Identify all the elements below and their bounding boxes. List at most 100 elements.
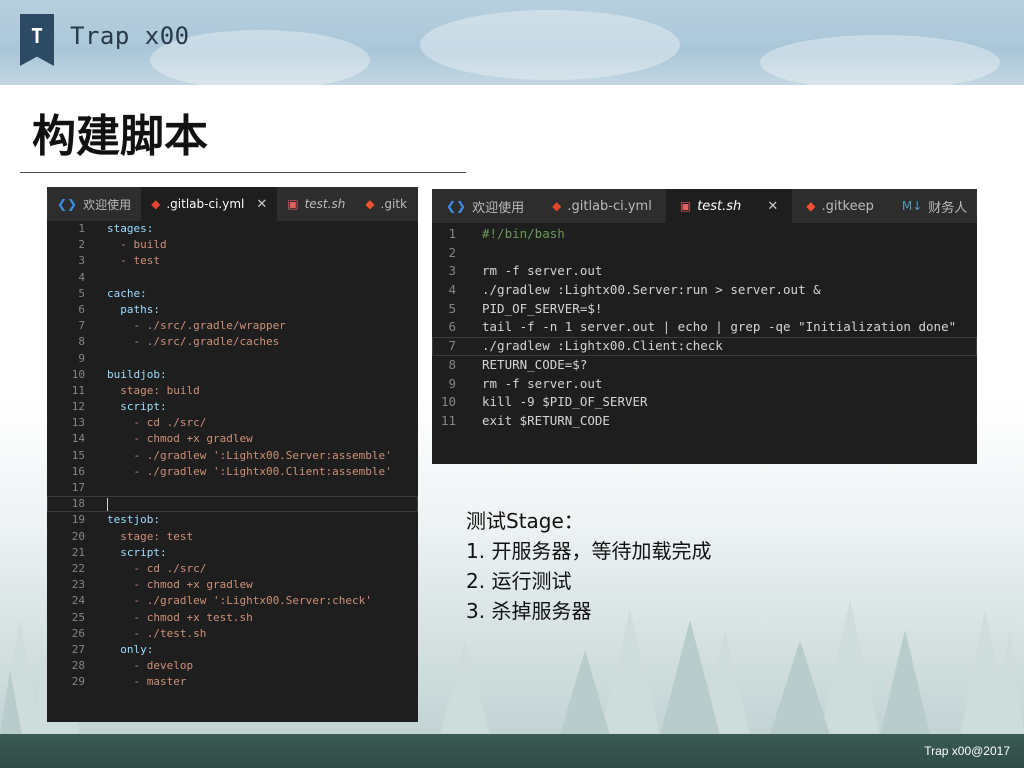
line-number: 17 xyxy=(71,481,85,494)
line-number: 29 xyxy=(71,675,85,689)
line-number: 4 xyxy=(448,282,456,298)
line-number: 11 xyxy=(71,383,85,397)
tab-label: .gitkeep xyxy=(821,198,874,214)
code-line: 8 - ./src/.gradle/caches xyxy=(47,334,418,350)
line-text: - master xyxy=(107,675,187,689)
code-line: 17 xyxy=(47,480,418,496)
line-text: ./gradlew :Lightx00.Server:run > server.… xyxy=(482,282,821,298)
brand-logo-letter: T xyxy=(30,24,44,48)
notes-item: 1. 开服务器，等待加载完成 xyxy=(466,539,712,563)
line-number: 22 xyxy=(71,561,85,575)
code-editor-test-sh[interactable]: ❮❯ 欢迎使用 ◆ .gitlab-ci.yml ▣ test.sh ✕ ◆ .… xyxy=(432,189,977,464)
line-number: 1 xyxy=(78,222,85,235)
line-number: 28 xyxy=(71,659,85,673)
line-text: ./gradlew :Lightx00.Client:check xyxy=(482,338,723,354)
tab-gitkeep[interactable]: ◆ .gitk xyxy=(355,187,417,221)
code-line: 9 xyxy=(47,351,418,367)
tab-label: .gitlab-ci.yml xyxy=(166,197,245,211)
line-number: 24 xyxy=(71,594,85,608)
tab-test-sh[interactable]: ▣ test.sh ✕ xyxy=(665,189,793,223)
tab-welcome[interactable]: ❮❯ 欢迎使用 xyxy=(432,189,539,223)
tab-markdown-file[interactable]: M↓ 财务人 xyxy=(887,189,977,223)
line-number: 23 xyxy=(71,578,85,592)
line-number: 5 xyxy=(448,300,456,316)
line-number: 8 xyxy=(78,335,85,349)
line-number: 21 xyxy=(71,545,85,559)
code-line: 4 xyxy=(47,270,418,286)
line-text: stages: xyxy=(107,222,154,235)
code-line: 1 stages: xyxy=(47,221,418,237)
gitlab-icon: ◆ xyxy=(151,197,161,211)
line-text: - ./gradlew ':Lightx00.Server:check' xyxy=(107,594,372,608)
tab-gitkeep[interactable]: ◆ .gitkeep xyxy=(792,189,888,223)
vscode-icon: ❮❯ xyxy=(446,199,467,213)
terminal-icon: ▣ xyxy=(287,197,299,211)
line-text: - chmod +x gradlew xyxy=(107,578,253,592)
line-text: RETURN_CODE=$? xyxy=(482,356,588,372)
code-area[interactable]: 1 stages: 2 - build 3 - test 4 5 cache: 6 … xyxy=(47,221,418,722)
code-line: 9 rm -f server.out xyxy=(432,375,977,394)
git-icon: ◆ xyxy=(806,199,816,213)
line-text: script: xyxy=(107,545,167,559)
line-number: 9 xyxy=(448,375,456,391)
brand-title: Trap x00 xyxy=(70,22,190,50)
tab-test-sh[interactable]: ▣ test.sh xyxy=(277,187,356,221)
line-text: exit $RETURN_CODE xyxy=(482,412,610,428)
code-line: 25 - chmod +x test.sh xyxy=(47,610,418,626)
line-number: 10 xyxy=(440,394,456,410)
line-number: 8 xyxy=(448,356,456,372)
line-number: 14 xyxy=(71,432,85,446)
code-editor-gitlab-ci[interactable]: ❮❯ 欢迎使用 ◆ .gitlab-ci.yml ✕ ▣ test.sh ◆ .… xyxy=(47,187,418,722)
code-area[interactable]: 1 #!/bin/bash 2 3 rm -f server.out 4 ./grad… xyxy=(432,223,977,464)
line-number: 20 xyxy=(71,529,85,543)
line-number: 12 xyxy=(71,400,85,414)
tab-label: test.sh xyxy=(697,198,742,214)
close-icon[interactable]: ✕ xyxy=(767,199,778,214)
brand-logo-badge: T xyxy=(20,14,54,66)
tab-gitlab-ci[interactable]: ◆ .gitlab-ci.yml ✕ xyxy=(141,187,278,221)
line-number: 7 xyxy=(78,319,85,333)
notes-heading: 测试Stage： xyxy=(466,509,584,533)
code-line: 26 - ./test.sh xyxy=(47,626,418,642)
code-line: 28 - develop xyxy=(47,658,418,674)
git-icon: ◆ xyxy=(365,197,375,211)
tab-label: 财务人 xyxy=(928,200,968,216)
vscode-icon: ❮❯ xyxy=(57,197,78,211)
line-text: - ./src/.gradle/caches xyxy=(107,335,280,349)
line-text: - chmod +x test.sh xyxy=(107,610,253,624)
line-text: only: xyxy=(107,642,154,656)
code-line: 23 - chmod +x gradlew xyxy=(47,577,418,593)
line-number: 19 xyxy=(71,513,85,527)
code-line: 14 - chmod +x gradlew xyxy=(47,431,418,447)
line-text: - develop xyxy=(107,659,194,673)
tab-welcome[interactable]: ❮❯ 欢迎使用 xyxy=(47,187,142,221)
close-icon[interactable]: ✕ xyxy=(256,197,267,212)
line-text: tail -f -n 1 server.out | echo | grep -q… xyxy=(482,319,957,335)
code-line: 10 buildjob: xyxy=(47,367,418,383)
line-text: - ./test.sh xyxy=(107,626,207,640)
line-text: - ./src/.gradle/wrapper xyxy=(107,319,286,333)
line-text: rm -f server.out xyxy=(482,263,603,279)
cloud-decoration xyxy=(760,35,1000,85)
line-number: 10 xyxy=(71,367,85,381)
line-number: 9 xyxy=(78,351,85,365)
code-line: 5 PID_OF_SERVER=$! xyxy=(432,300,977,319)
line-text: rm -f server.out xyxy=(482,375,603,391)
code-line: 16 - ./gradlew ':Lightx00.Client:assembl… xyxy=(47,464,418,480)
line-text: stage: build xyxy=(107,383,200,397)
tab-gitlab-ci[interactable]: ◆ .gitlab-ci.yml xyxy=(538,189,666,223)
line-number: 3 xyxy=(448,263,456,279)
code-line: 11 exit $RETURN_CODE xyxy=(432,412,977,431)
line-number: 27 xyxy=(71,642,85,656)
line-number: 13 xyxy=(71,416,85,430)
code-line: 2 xyxy=(432,244,977,263)
code-line: 6 paths: xyxy=(47,302,418,318)
line-text: testjob: xyxy=(107,513,160,527)
line-number: 3 xyxy=(78,254,85,268)
line-number: 4 xyxy=(78,270,85,284)
code-line: 4 ./gradlew :Lightx00.Server:run > server… xyxy=(432,281,977,300)
page-title: 构建脚本 xyxy=(32,111,208,162)
line-number: 5 xyxy=(78,286,85,300)
code-line: 13 - cd ./src/ xyxy=(47,415,418,431)
code-line: 19 testjob: xyxy=(47,512,418,528)
